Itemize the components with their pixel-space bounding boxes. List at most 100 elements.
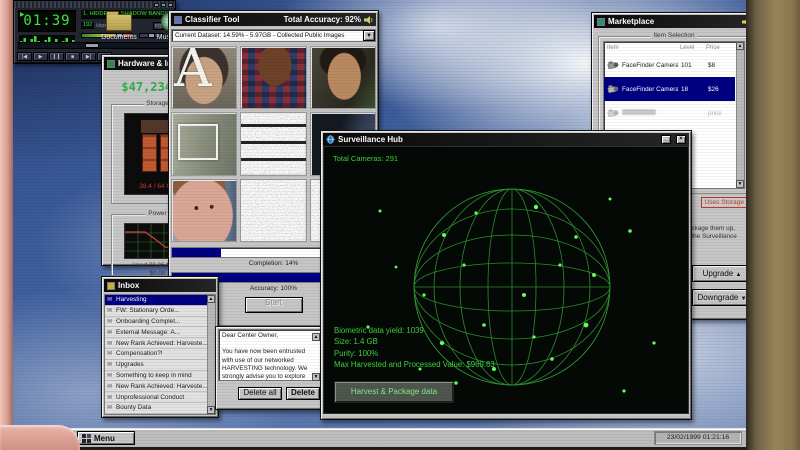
globe-icon	[326, 135, 335, 144]
envelope-icon: ✉	[107, 383, 114, 390]
camera-icon	[606, 107, 620, 119]
marketplace-item-selected[interactable]: FaceFinder Camera (x10) 18 $26	[604, 77, 735, 101]
scroll-up-icon[interactable]: ▲	[736, 42, 744, 50]
item-selection-label: Item Selection	[650, 32, 697, 39]
speaker-icon	[364, 16, 373, 24]
envelope-icon: ✉	[107, 350, 114, 357]
delete-all-button[interactable]: Delete all	[238, 387, 282, 400]
scroll-down-icon[interactable]: ▼	[312, 373, 320, 381]
marketplace-app-icon	[597, 18, 605, 26]
surveillance-display: Total Cameras: 291 Biometric data yield:…	[323, 146, 689, 414]
play-button[interactable]: ▶	[33, 52, 48, 61]
surveillance-hub-window: Surveillance Hub _ ×	[320, 130, 692, 420]
face-image[interactable]	[310, 46, 376, 109]
close-icon[interactable]: ×	[676, 135, 686, 144]
power-label: Power	[145, 210, 169, 217]
envelope-icon: ✉	[107, 329, 114, 336]
glitch-stripes	[241, 113, 305, 174]
player-shade-icon[interactable]	[161, 3, 166, 7]
classifier-title: Classifier Tool	[185, 15, 240, 24]
player-titlebar[interactable]	[14, 1, 175, 8]
scroll-down-icon[interactable]: ▼	[736, 180, 744, 188]
uses-storage-badge: Uses Storage	[701, 197, 746, 208]
letter-overlay: A	[174, 46, 212, 99]
stop-button[interactable]: ■	[65, 52, 80, 61]
face-image[interactable]	[171, 179, 237, 242]
mail-item[interactable]: ✉Harvesting	[105, 295, 207, 306]
upgrade-button[interactable]: Upgrade ▲	[692, 265, 746, 282]
noise-image[interactable]	[240, 112, 306, 175]
face-image[interactable]	[171, 112, 237, 175]
envelope-icon: ✉	[107, 318, 114, 325]
menu-label: Menu	[94, 434, 115, 443]
surveillance-titlebar[interactable]: Surveillance Hub _ ×	[323, 133, 689, 146]
classifier-app-icon	[174, 16, 182, 24]
menu-button[interactable]: Menu	[77, 431, 135, 445]
mail-item[interactable]: ✉Something to keep in mind	[105, 371, 207, 382]
harvest-package-button[interactable]: Harvest & Package data	[334, 381, 454, 403]
camera-globe-graphic	[324, 147, 689, 414]
pause-button[interactable]: ❙❙	[49, 52, 64, 61]
menu-logo-icon	[82, 434, 91, 443]
dropdown-arrow-icon[interactable]: ▼	[363, 30, 375, 41]
marketplace-item-locked[interactable]: price	[604, 101, 735, 125]
stat-line: Max Harvested and Processed Value: $969.…	[334, 359, 495, 370]
folder-icon	[106, 14, 132, 31]
mail-item[interactable]: ✉Onboarding Complet...	[105, 317, 207, 328]
player-minimize-icon[interactable]	[154, 3, 159, 7]
envelope-icon: ✉	[107, 340, 114, 347]
monitor-bezel-corner	[0, 425, 80, 450]
scroll-up-icon[interactable]: ▲	[312, 333, 320, 341]
noise-image[interactable]	[240, 179, 306, 242]
marketplace-list-header: Item Level Price	[604, 42, 735, 53]
dataset-dropdown[interactable]: Current Dataset: 14.59% - 5.97GB - Colle…	[171, 29, 376, 42]
seek-handle[interactable]	[85, 43, 99, 48]
inbox-scrollbar[interactable]: ▲ ▼	[207, 295, 215, 414]
dataset-value: Current Dataset: 14.59% - 5.97GB - Colle…	[172, 30, 363, 41]
selection-box	[178, 124, 218, 160]
redacted-name	[622, 109, 656, 115]
inbox-app-icon	[107, 282, 115, 290]
taskbar: Menu 23/02/1999 01:21:16	[13, 428, 746, 447]
downgrade-button[interactable]: Downgrade ▼	[692, 289, 746, 306]
mail-message-body: Dear Center Owner, You have now been ent…	[218, 329, 322, 381]
mail-item[interactable]: ✉FW: Stationary Orde...	[105, 306, 207, 317]
monitor-screen: Documents Music Pl Hardware & Infrastruc…	[0, 0, 800, 450]
marketplace-title: Marketplace	[608, 17, 654, 26]
mail-item[interactable]: ✉Compensation?!	[105, 349, 207, 360]
player-close-icon[interactable]	[168, 3, 173, 7]
marketplace-titlebar[interactable]: Marketplace	[594, 15, 746, 28]
seek-bar[interactable]	[18, 42, 171, 49]
icon-label: Documents	[96, 34, 142, 41]
minimize-icon[interactable]: _	[661, 135, 671, 144]
start-button[interactable]: Start	[245, 297, 303, 313]
face-image[interactable]: A	[171, 46, 237, 109]
mail-item[interactable]: ✉New Rank Achieved: Harveste...	[105, 338, 207, 349]
face-image[interactable]	[240, 46, 306, 109]
envelope-icon: ✉	[107, 372, 114, 379]
harvest-stats: Biometric data yield: 1039 Size: 1.4 GB …	[334, 325, 495, 370]
delete-button[interactable]: Delete	[286, 387, 320, 400]
scroll-down-icon[interactable]: ▼	[207, 406, 215, 414]
mail-item[interactable]: ✉Bounty Data	[105, 403, 207, 414]
inbox-title: Inbox	[118, 281, 139, 290]
scroll-up-icon[interactable]: ▲	[207, 295, 215, 303]
monitor-bezel-left	[0, 0, 13, 450]
previous-button[interactable]: |◀	[17, 52, 32, 61]
mail-item[interactable]: ✉External Message: A...	[105, 327, 207, 338]
desktop-icon-documents[interactable]: Documents	[96, 10, 142, 41]
up-arrow-icon: ▲	[735, 272, 741, 278]
mail-item[interactable]: ✉New Rank Achieved: Harveste...	[105, 381, 207, 392]
mail-viewer-panel: Dear Center Owner, You have now been ent…	[215, 326, 325, 410]
play-state-icon: ▶	[20, 11, 25, 18]
monitor-bezel-right	[746, 0, 800, 450]
marketplace-item[interactable]: FaceFinder Camera 101 $8	[604, 53, 735, 77]
classifier-titlebar[interactable]: Classifier Tool Total Accuracy: 92%	[171, 13, 376, 26]
next-button[interactable]: ▶|	[81, 52, 96, 61]
stat-line: Purity: 100%	[334, 348, 495, 359]
marketplace-scrollbar[interactable]: ▲ ▼	[736, 42, 744, 188]
mail-item[interactable]: ✉Upgrades	[105, 360, 207, 371]
desktop: Documents Music Pl Hardware & Infrastruc…	[13, 0, 746, 447]
inbox-titlebar[interactable]: Inbox	[104, 279, 216, 292]
mail-item[interactable]: ✉Unprofessional Conduct	[105, 392, 207, 403]
